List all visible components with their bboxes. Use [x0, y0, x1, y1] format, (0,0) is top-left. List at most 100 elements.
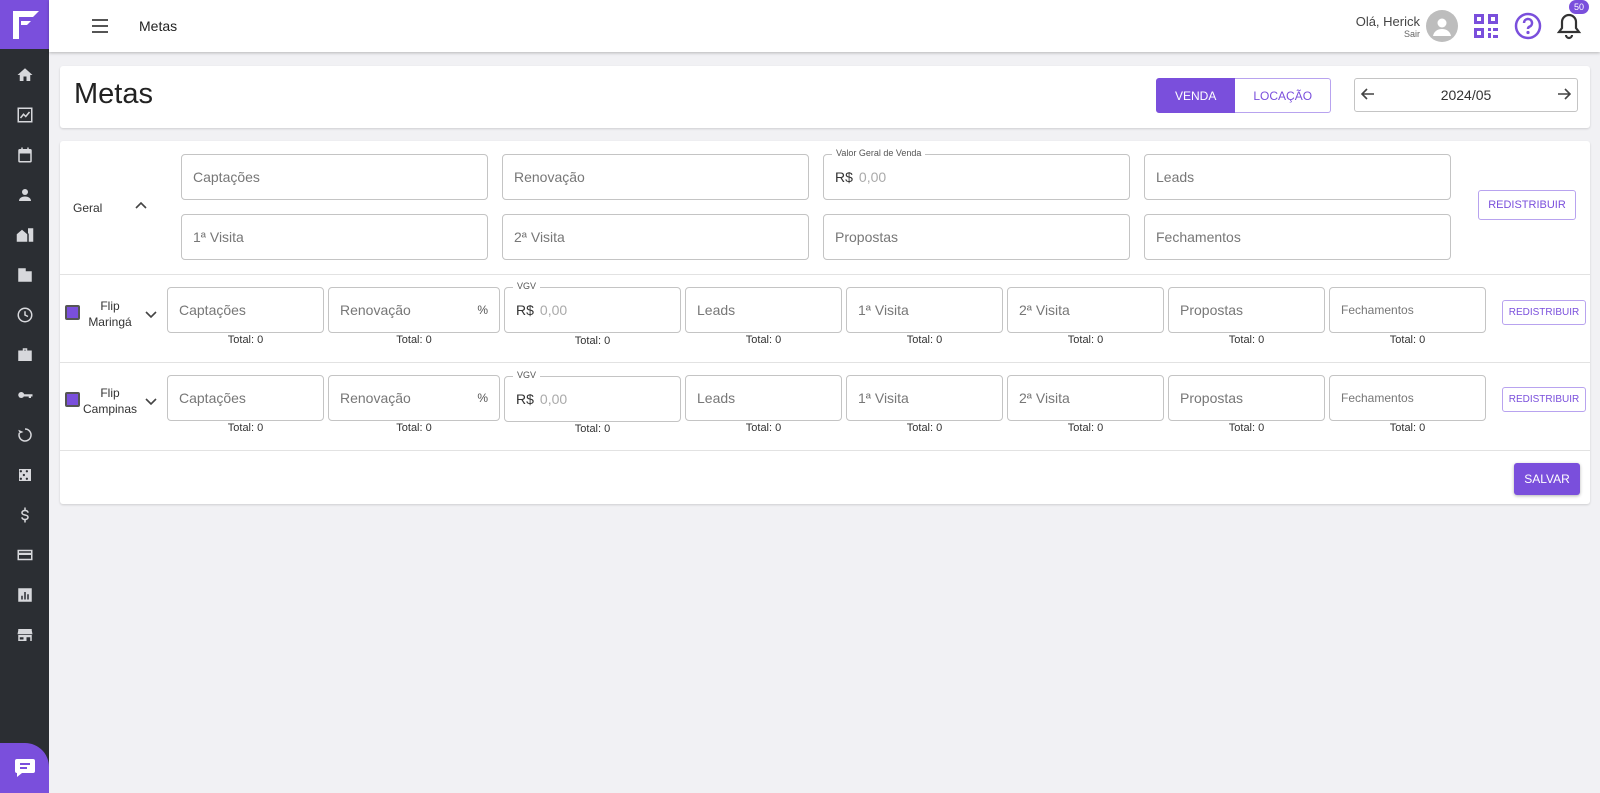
sidebar-item-business[interactable]: [0, 335, 49, 375]
unit-campinas-checkbox[interactable]: [65, 392, 80, 407]
campinas-vgv-input[interactable]: VGV R$ 0,00: [504, 370, 681, 422]
menu-button[interactable]: [89, 15, 111, 37]
maringa-captacoes-total: Total: 0: [227, 334, 264, 346]
unit-maringa-checkbox[interactable]: [65, 305, 80, 320]
geral-leads-placeholder: Leads: [1156, 169, 1195, 185]
campinas-vgv-label: VGV: [513, 370, 541, 380]
maringa-redistribute-button[interactable]: REDISTRIBUIR: [1502, 300, 1586, 325]
geral-fechamentos-input[interactable]: Fechamentos: [1144, 214, 1451, 260]
sidebar-item-keys[interactable]: [0, 375, 49, 415]
save-button[interactable]: SALVAR: [1514, 463, 1580, 495]
maringa-vgv-currency: R$: [516, 302, 534, 318]
campinas-visita2-input[interactable]: 2ª Visita: [1007, 375, 1164, 421]
tab-locacao[interactable]: LOCAÇÃO: [1235, 78, 1332, 113]
key-icon: [17, 392, 32, 398]
sidebar-item-rotate[interactable]: [0, 415, 49, 455]
geral-visita1-input[interactable]: 1ª Visita: [181, 214, 488, 260]
avatar[interactable]: [1426, 10, 1458, 42]
maringa-renovacao-percent: %: [477, 303, 488, 317]
maringa-vgv-placeholder: 0,00: [539, 302, 568, 318]
unit-campinas-name: Flip Campinas: [82, 386, 138, 416]
campinas-propostas-input[interactable]: Propostas: [1168, 375, 1325, 421]
campinas-captacoes-total: Total: 0: [227, 422, 264, 434]
chart-line-icon: [17, 107, 32, 123]
sidebar-item-home[interactable]: [0, 55, 49, 95]
sidebar: [0, 0, 49, 793]
maringa-renovacao-input[interactable]: Renovação%: [328, 287, 500, 333]
campinas-visita1-total: Total: 0: [906, 422, 943, 434]
campinas-vgv-total: Total: 0: [574, 423, 611, 435]
person-icon: [18, 189, 31, 201]
geral-redistribute-button[interactable]: REDISTRIBUIR: [1478, 190, 1576, 220]
qr-code-button[interactable]: [1472, 12, 1500, 40]
maringa-visita2-input[interactable]: 2ª Visita: [1007, 287, 1164, 333]
sidebar-item-people[interactable]: [0, 175, 49, 215]
campinas-propostas-placeholder: Propostas: [1180, 390, 1244, 406]
maringa-visita2-placeholder: 2ª Visita: [1019, 302, 1070, 318]
maringa-captacoes-input[interactable]: Captações: [167, 287, 324, 333]
help-button[interactable]: [1514, 12, 1542, 40]
geral-leads-input[interactable]: Leads: [1144, 154, 1451, 200]
chat-button[interactable]: [0, 743, 49, 793]
campinas-leads-input[interactable]: Leads: [685, 375, 842, 421]
maringa-fechamentos-input[interactable]: Fechamentos: [1329, 287, 1486, 333]
credit-card-icon: [17, 549, 32, 561]
logout-link[interactable]: Sair: [1356, 29, 1420, 39]
notifications-button[interactable]: 50: [1556, 0, 1590, 40]
geral-propostas-input[interactable]: Propostas: [823, 214, 1130, 260]
campinas-visita1-input[interactable]: 1ª Visita: [846, 375, 1003, 421]
geral-visita2-input[interactable]: 2ª Visita: [502, 214, 809, 260]
divider: [60, 362, 1590, 363]
campinas-redistribute-button[interactable]: REDISTRIBUIR: [1502, 387, 1586, 412]
arrow-right-icon: [1557, 87, 1572, 100]
sidebar-item-calendar[interactable]: [0, 135, 49, 175]
geral-vgv-input[interactable]: Valor Geral de Venda R$ 0,00: [823, 148, 1130, 200]
campinas-renovacao-input[interactable]: Renovação%: [328, 375, 500, 421]
geral-vgv-label: Valor Geral de Venda: [832, 148, 926, 158]
sidebar-item-properties[interactable]: [0, 215, 49, 255]
sidebar-item-finance[interactable]: [0, 495, 49, 535]
geral-propostas-placeholder: Propostas: [835, 229, 899, 245]
geral-captacoes-input[interactable]: Captações: [181, 154, 488, 200]
maringa-leads-input[interactable]: Leads: [685, 287, 842, 333]
geral-visita2-placeholder: 2ª Visita: [514, 229, 565, 245]
campinas-fechamentos-placeholder: Fechamentos: [1341, 391, 1414, 405]
next-period-button[interactable]: [1557, 87, 1572, 104]
maringa-propostas-total: Total: 0: [1228, 334, 1265, 346]
qr-code-icon: [1474, 14, 1498, 38]
goals-card: Geral Captações Renovação Valor Geral de…: [60, 141, 1590, 504]
campinas-renovacao-placeholder: Renovação: [340, 390, 411, 406]
maringa-vgv-input[interactable]: VGV R$ 0,00: [504, 281, 681, 333]
geral-vgv-currency: R$: [835, 169, 853, 185]
campinas-vgv-placeholder: 0,00: [539, 391, 568, 407]
sidebar-item-payments[interactable]: [0, 535, 49, 575]
maringa-propostas-input[interactable]: Propostas: [1168, 287, 1325, 333]
maringa-visita1-input[interactable]: 1ª Visita: [846, 287, 1003, 333]
unit-campinas-expand-toggle[interactable]: [144, 394, 158, 411]
bell-icon: [1556, 13, 1582, 40]
sidebar-item-buildings[interactable]: [0, 255, 49, 295]
campinas-propostas-total: Total: 0: [1228, 422, 1265, 434]
tab-venda[interactable]: VENDA: [1156, 78, 1236, 113]
sidebar-item-reports[interactable]: [0, 575, 49, 615]
geral-renovacao-input[interactable]: Renovação: [502, 154, 809, 200]
maringa-propostas-placeholder: Propostas: [1180, 302, 1244, 318]
sidebar-item-store[interactable]: [0, 615, 49, 655]
campinas-fechamentos-input[interactable]: Fechamentos: [1329, 375, 1486, 421]
maringa-renovacao-placeholder: Renovação: [340, 302, 411, 318]
unit-maringa-expand-toggle[interactable]: [144, 307, 158, 324]
top-bar: Metas Olá, Herick Sair 50: [49, 0, 1600, 52]
chevron-up-icon: [135, 201, 147, 209]
geral-vgv-placeholder: 0,00: [858, 169, 887, 185]
sidebar-item-dashboard[interactable]: [0, 95, 49, 135]
chevron-down-icon: [145, 398, 157, 406]
sidebar-item-games[interactable]: [0, 455, 49, 495]
app-logo[interactable]: [0, 0, 49, 49]
help-icon: [1514, 12, 1542, 40]
sidebar-item-history[interactable]: [0, 295, 49, 335]
campinas-captacoes-input[interactable]: Captações: [167, 375, 324, 421]
geral-collapse-toggle[interactable]: [134, 199, 148, 216]
prev-period-button[interactable]: [1360, 87, 1375, 104]
dice-icon: [18, 469, 31, 481]
unit-maringa-name: Flip Maringá: [88, 299, 132, 329]
